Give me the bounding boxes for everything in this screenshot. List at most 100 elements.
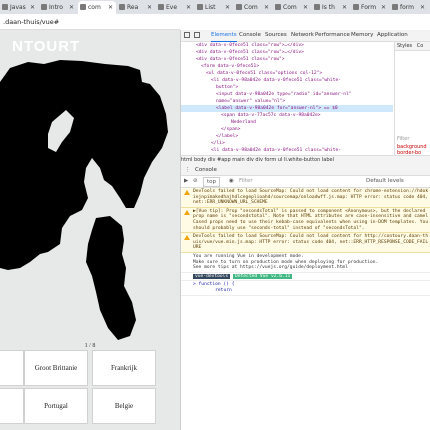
browser-tab[interactable]: Intro ✕ — [39, 1, 77, 14]
close-tab-icon[interactable]: ✕ — [420, 1, 425, 14]
device-toggle-icon[interactable] — [194, 32, 200, 38]
favicon-icon — [275, 4, 281, 10]
favicon-icon — [2, 4, 8, 10]
browser-tab[interactable]: Javas ✕ — [0, 1, 38, 14]
computed-tab[interactable]: Co — [417, 43, 424, 49]
address-bar[interactable]: .daan-thuis/vue# — [0, 14, 180, 30]
console-warning: DevTools failed to load SourceMap: Could… — [181, 233, 430, 253]
console-message-text: You are running Vue in development mode.… — [193, 253, 379, 271]
browser-tab[interactable]: Is th ✕ — [312, 1, 350, 14]
browser-tab[interactable]: List ✕ — [195, 1, 233, 14]
close-tab-icon[interactable]: ✕ — [225, 1, 230, 14]
browser-tab[interactable]: com ✕ — [78, 1, 116, 14]
elements-tree[interactable]: <div data-v-0fece51 class="row">…</div> <… — [181, 42, 393, 154]
console-drawer-tab[interactable]: Console — [195, 165, 217, 175]
close-tab-icon[interactable]: ✕ — [69, 1, 74, 14]
answer-button-2[interactable]: Groot Brittanie — [24, 350, 88, 386]
favicon-icon — [314, 4, 320, 10]
drawer-menu-icon[interactable]: ⋮ — [185, 165, 191, 175]
question-progress: 1 / 8 — [84, 343, 96, 349]
answer-button-3[interactable]: Frankrijk — [92, 350, 156, 386]
console-input-echo: > function () { return — [181, 281, 430, 296]
devtools-tab[interactable]: Memory — [351, 30, 373, 41]
devtools-tab[interactable]: Application — [377, 30, 408, 41]
answer-button-5[interactable]: Portugal — [24, 388, 88, 424]
inspect-icon[interactable] — [184, 32, 190, 38]
dom-node-line[interactable]: <input data-v-98a042e type="radio" id="a… — [181, 91, 393, 98]
context-select[interactable]: top — [203, 177, 221, 187]
console-message-text: DevTools failed to load SourceMap: Could… — [193, 189, 429, 206]
devtools-panel: Elements Console Sources Network Performance… — [180, 30, 430, 430]
close-tab-icon[interactable]: ✕ — [303, 1, 308, 14]
dom-node-line[interactable]: <li data-v-98a042e data-v-0fece51 class=… — [181, 147, 393, 154]
clear-console-icon[interactable]: ⊘ — [193, 176, 198, 187]
dom-node-line[interactable]: <li data-v-98a042e data-v-0fece51 class=… — [181, 77, 393, 84]
close-tab-icon[interactable]: ✕ — [147, 1, 152, 14]
favicon-icon — [41, 4, 47, 10]
dom-node-line[interactable]: </li> — [181, 140, 393, 147]
console-drawer-header: ⋮ Console — [181, 165, 430, 176]
run-icon[interactable]: ▶ — [184, 176, 188, 187]
styles-tab[interactable]: Styles — [397, 43, 412, 49]
favicon-icon — [353, 4, 359, 10]
devtools-tab[interactable]: Elements — [211, 30, 237, 42]
browser-tab[interactable]: form ✕ — [390, 1, 428, 14]
dom-node-line[interactable]: <span data-v-77ac57c data-v-98a042e> — [181, 112, 393, 119]
dom-node-line[interactable]: <label data-v-98a042e for="answer-nl"> =… — [181, 105, 393, 112]
dom-node-line[interactable]: <ul data-v-0fece51 class="options col-12… — [181, 70, 393, 77]
dom-node-line[interactable]: <div data-v-0fece51 class="row"> — [181, 56, 393, 63]
close-tab-icon[interactable]: ✕ — [30, 1, 35, 14]
close-tab-icon[interactable]: ✕ — [381, 1, 386, 14]
favicon-icon — [80, 4, 86, 10]
devtools-tab[interactable]: Network — [291, 30, 314, 41]
devtools-tab[interactable]: Console — [239, 30, 261, 41]
dom-node-line[interactable]: name="answer" value="nl"> — [181, 98, 393, 105]
vue-version-badge: Detected Vue v2.6.11 — [232, 273, 293, 280]
dom-node-line[interactable]: </label> — [181, 133, 393, 140]
browser-tab[interactable]: Com ✕ — [234, 1, 272, 14]
tab-label: Form — [361, 4, 377, 11]
tab-label: form — [400, 4, 414, 11]
console-message-text: ▶[Vue tip]: Prop "secondsTotal" is passe… — [193, 208, 429, 231]
dom-node-line[interactable]: <div data-v-0fece51 class="row">…</div> — [181, 49, 393, 56]
favicon-icon — [392, 4, 398, 10]
browser-tab[interactable]: Form ✕ — [351, 1, 389, 14]
dom-node-line[interactable]: </span> — [181, 126, 393, 133]
answer-button-1[interactable] — [0, 350, 24, 386]
console-info: You are running Vue in development mode.… — [181, 253, 430, 273]
close-tab-icon[interactable]: ✕ — [186, 1, 191, 14]
close-tab-icon[interactable]: ✕ — [264, 1, 269, 14]
close-tab-icon[interactable]: ✕ — [108, 1, 113, 14]
browser-tab[interactable]: Eve ✕ — [156, 1, 194, 14]
devtools-tab[interactable]: Performance — [315, 30, 350, 41]
dom-node-line[interactable]: <form data-v-0fece51> — [181, 63, 393, 70]
console-message-text: DevTools failed to load SourceMap: Could… — [193, 234, 429, 251]
console-output: DevTools failed to load SourceMap: Could… — [181, 188, 430, 430]
site-logo: NTOURT — [12, 38, 81, 55]
styles-filter-input[interactable]: Filter — [397, 136, 409, 142]
tab-label: Eve — [166, 4, 178, 11]
dom-node-line[interactable]: <div data-v-0fece51 class="row">…</div> — [181, 42, 393, 49]
browser-tab[interactable]: Com ✕ — [273, 1, 311, 14]
eye-icon[interactable]: ◉ — [229, 176, 234, 187]
log-levels-select[interactable]: Default levels — [366, 176, 404, 187]
warning-icon — [184, 235, 190, 241]
console-message-text: > function () { return — [193, 282, 235, 293]
answer-button-4[interactable] — [0, 388, 24, 424]
tab-label: Javas — [10, 4, 26, 11]
dom-breadcrumb[interactable]: html body div #app main div div form ul … — [181, 155, 430, 165]
warning-icon — [184, 209, 190, 215]
console-toolbar: ▶ ⊘ top ◉ Filter Default levels — [181, 176, 430, 188]
favicon-icon — [236, 4, 242, 10]
devtools-tab[interactable]: Sources — [265, 30, 287, 41]
tab-label: Com — [283, 4, 297, 11]
close-tab-icon[interactable]: ✕ — [342, 1, 347, 14]
tab-label: Intro — [49, 4, 63, 11]
dom-node-line[interactable]: button"> — [181, 84, 393, 91]
dom-node-line[interactable]: Nederland — [181, 119, 393, 126]
answer-button-6[interactable]: Belgie — [92, 388, 156, 424]
console-filter-input[interactable]: Filter — [239, 176, 253, 187]
browser-tab[interactable]: Rea ✕ — [117, 1, 155, 14]
browser-tab-strip: Javas ✕ Intro ✕ com ✕ Rea ✕ Eve ✕ List ✕ Com ✕ Com ✕ Is … — [0, 0, 430, 14]
devtools-toolbar: Elements Console Sources Network Performance… — [181, 30, 430, 42]
